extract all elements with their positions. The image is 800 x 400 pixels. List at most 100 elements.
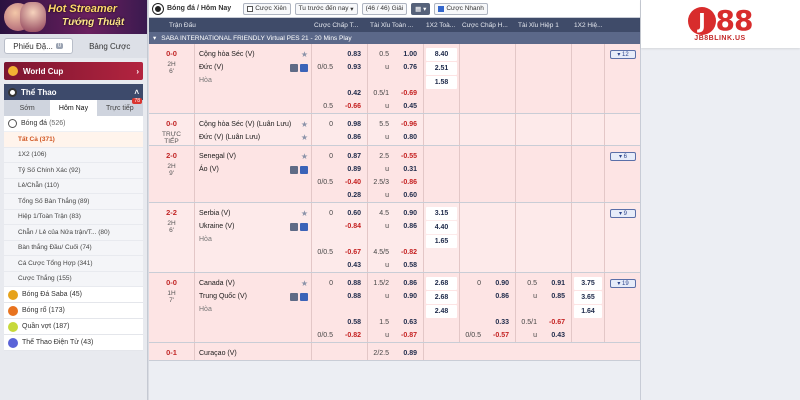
odds-1x2-value[interactable]: 8.40: [426, 48, 457, 61]
odds-value[interactable]: 0.89: [336, 166, 367, 173]
odds-1x2-value[interactable]: 1.65: [426, 235, 457, 248]
odds-value[interactable]: 0.63: [392, 319, 423, 326]
odds-value[interactable]: 0.93: [336, 64, 367, 71]
tab-today[interactable]: Hôm Nay: [50, 100, 97, 116]
odds-value[interactable]: -0.87: [392, 332, 423, 339]
odds-value[interactable]: 0.76: [392, 64, 423, 71]
football-sub-1x2[interactable]: 1X2 (106): [4, 147, 143, 163]
football-sub-total-goals[interactable]: Tổng Số Bàn Thắng (89): [4, 194, 143, 210]
odds-value[interactable]: -0.57: [484, 332, 515, 339]
league-header[interactable]: ▾ SABA INTERNATIONAL FRIENDLY Virtual PE…: [149, 32, 640, 44]
odds-value[interactable]: 0.42: [336, 90, 367, 97]
odds-value[interactable]: -0.96: [392, 121, 423, 128]
promo-banner[interactable]: Hot Streamer Tướng Thuật: [0, 0, 147, 34]
odds-value[interactable]: -0.40: [336, 179, 367, 186]
odds-value[interactable]: 0.85: [540, 293, 571, 300]
odds-value[interactable]: -0.55: [392, 153, 423, 160]
odds-value[interactable]: 0.87: [336, 153, 367, 160]
odds-value[interactable]: 0.43: [336, 262, 367, 269]
odds-value[interactable]: 0.90: [484, 280, 515, 287]
odds-value[interactable]: 0.91: [540, 280, 571, 287]
more-markets-button[interactable]: ▾ 12: [610, 50, 636, 59]
tab-bet-list[interactable]: Bảng Cược: [77, 38, 144, 54]
football-sub-all[interactable]: Tất Cả (371): [4, 132, 143, 148]
sport-item-basketball[interactable]: Bóng rổ (173): [4, 303, 143, 319]
live-stream-icon[interactable]: [300, 292, 308, 301]
star-icon[interactable]: ★: [301, 209, 308, 218]
tab-bet-slip[interactable]: Phiếu Đặ... 0: [4, 38, 73, 54]
odds-value[interactable]: 0.88: [336, 293, 367, 300]
star-icon[interactable]: ★: [301, 279, 308, 288]
odds-value[interactable]: 0.89: [392, 350, 423, 357]
sport-item-saba-football[interactable]: Bóng Đá Saba (45): [4, 287, 143, 303]
odds-value[interactable]: 0.86: [484, 293, 515, 300]
odds-value[interactable]: -0.82: [392, 249, 423, 256]
odds-value[interactable]: 0.58: [336, 319, 367, 326]
sports-section-header[interactable]: Thể Thao ˄: [4, 84, 143, 100]
quick-bet-toggle[interactable]: Cược Nhanh: [434, 2, 488, 15]
star-icon[interactable]: ★: [301, 120, 308, 129]
odds-value[interactable]: 0.88: [336, 280, 367, 287]
star-icon[interactable]: ★: [301, 50, 308, 59]
odds-value[interactable]: 0.90: [392, 293, 423, 300]
football-sub-half-odd-even[interactable]: Chẵn / Lẻ của Nửa trận/T... (80): [4, 225, 143, 241]
football-sub-odd-even[interactable]: Lẻ/Chẵn (110): [4, 178, 143, 194]
live-stream-icon[interactable]: [300, 222, 308, 231]
odds-value[interactable]: -0.66: [336, 103, 367, 110]
sport-item-tennis[interactable]: Quần vợt (187): [4, 319, 143, 335]
odds-1x2-value[interactable]: 3.65: [574, 291, 602, 304]
stats-icon[interactable]: [290, 292, 298, 301]
odds-value[interactable]: -0.82: [336, 332, 367, 339]
league-filter-button[interactable]: (46 / 46) Giải: [361, 2, 408, 15]
odds-value[interactable]: 0.45: [392, 103, 423, 110]
odds-value[interactable]: 0.98: [336, 121, 367, 128]
odds-value[interactable]: -0.84: [336, 223, 367, 230]
odds-value[interactable]: -0.86: [392, 179, 423, 186]
odds-1x2-value[interactable]: 2.48: [426, 305, 457, 318]
odds-value[interactable]: 0.33: [484, 319, 515, 326]
football-sub-mix-parlay[interactable]: Cá Cược Tổng Hợp (341): [4, 256, 143, 272]
live-stream-icon[interactable]: [300, 63, 308, 72]
odds-value[interactable]: 0.86: [336, 134, 367, 141]
football-sub-outright[interactable]: Cược Thắng (155): [4, 271, 143, 287]
sport-item-esports[interactable]: Thể Thao Điện Tử (43): [4, 335, 143, 351]
odds-value[interactable]: 1.00: [392, 51, 423, 58]
tab-live[interactable]: Trực tiếp 78: [97, 98, 143, 116]
odds-value[interactable]: 0.60: [336, 210, 367, 217]
sort-dropdown[interactable]: Tu trước đến nay ▾: [294, 2, 358, 15]
odds-1x2-value[interactable]: 1.58: [426, 76, 457, 89]
more-markets-button[interactable]: ▾ 6: [610, 152, 636, 161]
football-sub-first-last-goal[interactable]: Bàn thắng Đầu/ Cuối (74): [4, 240, 143, 256]
more-markets-button[interactable]: ▾ 19: [610, 279, 636, 288]
odds-1x2-value[interactable]: 4.40: [426, 221, 457, 234]
odds-value[interactable]: 0.58: [392, 262, 423, 269]
sport-item-football[interactable]: Bóng đá (526): [4, 116, 143, 132]
odds-value[interactable]: 0.60: [392, 192, 423, 199]
tab-early[interactable]: Sớm: [4, 100, 50, 116]
stats-icon[interactable]: [290, 222, 298, 231]
odds-1x2-value[interactable]: 2.68: [426, 277, 457, 290]
odds-value[interactable]: 0.86: [392, 280, 423, 287]
odds-value[interactable]: -0.69: [392, 90, 423, 97]
football-sub-ht-ft[interactable]: Hiệp 1/Toàn Trận (83): [4, 209, 143, 225]
odds-type-dropdown[interactable]: ▦ ▾: [411, 2, 431, 15]
more-markets-button[interactable]: ▾ 9: [610, 209, 636, 218]
star-icon[interactable]: ★: [301, 152, 308, 161]
odds-value[interactable]: 0.28: [336, 192, 367, 199]
odds-1x2-value[interactable]: 2.68: [426, 291, 457, 304]
odds-value[interactable]: -0.67: [540, 319, 571, 326]
odds-1x2-value[interactable]: 3.15: [426, 207, 457, 220]
odds-value[interactable]: 0.90: [392, 210, 423, 217]
football-sub-correct-score[interactable]: Tỷ Số Chính Xác (92): [4, 163, 143, 179]
stats-icon[interactable]: [290, 165, 298, 174]
odds-value[interactable]: 0.43: [540, 332, 571, 339]
live-stream-icon[interactable]: [300, 165, 308, 174]
odds-value[interactable]: 0.31: [392, 166, 423, 173]
odds-1x2-value[interactable]: 2.51: [426, 62, 457, 75]
odds-1x2-value[interactable]: 3.75: [574, 277, 602, 290]
odds-value[interactable]: 0.80: [392, 134, 423, 141]
world-cup-item[interactable]: World Cup ›: [4, 62, 143, 80]
odds-1x2-value[interactable]: 1.64: [574, 305, 602, 318]
star-icon[interactable]: ★: [301, 133, 308, 142]
stats-icon[interactable]: [290, 63, 298, 72]
